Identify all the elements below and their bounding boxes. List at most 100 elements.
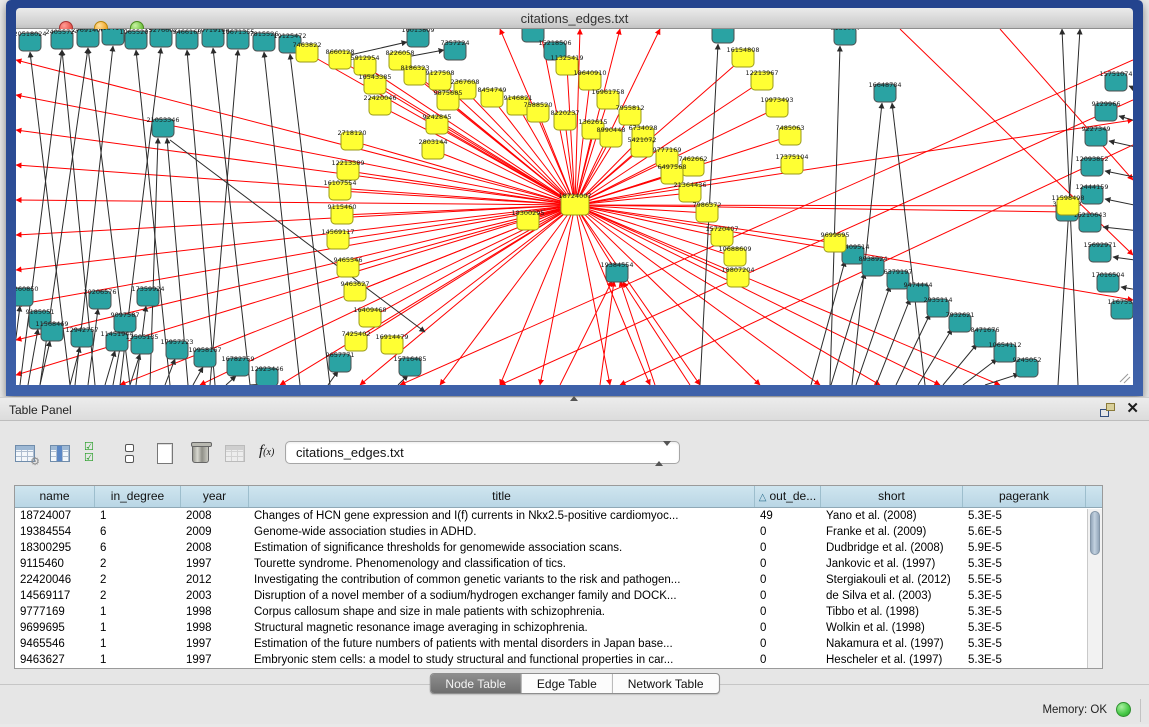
table-cell: 6 (95, 540, 181, 556)
table-cell: Dudbridge et al. (2008) (821, 540, 963, 556)
table-cell: 2009 (181, 524, 249, 540)
graph-node-label: 15751074 (1099, 70, 1132, 78)
graph-node-label: 12444159 (1075, 183, 1108, 191)
table-cell: 1997 (181, 652, 249, 668)
table-cell: 1 (95, 636, 181, 652)
graph-node-label: 2935114 (924, 296, 953, 304)
window-titlebar[interactable]: citations_edges.txt (16, 8, 1133, 29)
table-cell: 1998 (181, 604, 249, 620)
graph-edge (352, 141, 575, 205)
graph-node-label: 9127508 (426, 69, 455, 77)
graph-edge (16, 60, 575, 205)
graph-node-label: 15720407 (705, 225, 738, 233)
float-panel-icon[interactable] (1100, 403, 1115, 417)
graph-edge (1129, 86, 1133, 95)
graph-edge (370, 205, 575, 318)
splitter-handle-icon[interactable] (570, 396, 578, 401)
table-row[interactable]: 1938455462009Genome-wide association stu… (15, 524, 1102, 540)
table-settings-icon[interactable]: ⚙ (14, 442, 38, 466)
table-cell: 1998 (181, 620, 249, 636)
graph-node-label: 10958167 (188, 346, 221, 354)
graph-edge (1105, 199, 1133, 208)
graph-node-label: 16107554 (323, 179, 356, 187)
table-panel-header: Table Panel ✕ (0, 397, 1149, 421)
graph-edge (892, 103, 925, 385)
table-row[interactable]: 1830029562008Estimation of significance … (15, 540, 1102, 556)
graph-node-label: 6379197 (884, 268, 913, 276)
graph-edge (130, 354, 140, 385)
function-builder-icon[interactable]: f(x) (259, 442, 283, 466)
table-row[interactable]: 1456911722003Disruption of a novel membe… (15, 588, 1102, 604)
graph-node-label: 5912954 (351, 54, 380, 62)
table-row[interactable]: 946362711997Embryonic stem cells: a mode… (15, 652, 1102, 668)
memory-indicator-icon (1116, 702, 1131, 717)
graph-node-label: 12093852 (1075, 155, 1108, 163)
graph-edge (1109, 141, 1133, 150)
graph-node-label: 8454749 (478, 86, 507, 94)
graph-node-label: 7986372 (693, 201, 722, 209)
graph-node-label: 9777169 (653, 146, 682, 154)
table-header-row: namein_degreeyeartitle△out_de...shortpag… (15, 486, 1102, 508)
table-row[interactable]: 1872400712008Changes of HCN gene express… (15, 508, 1102, 524)
graph-node-label: 9097587 (111, 311, 140, 319)
table-scrollbar[interactable] (1087, 509, 1102, 668)
table-cell: 2 (95, 556, 181, 572)
new-attribute-icon[interactable] (154, 442, 178, 466)
tab-network-table[interactable]: Network Table (613, 674, 719, 693)
graph-node-label: 10688609 (718, 245, 751, 253)
table-cell: Yano et al. (2008) (821, 508, 963, 524)
show-columns-icon[interactable] (49, 442, 73, 466)
citation-network-graph[interactable]: 2051802424055724276914068134104106552871… (16, 29, 1133, 385)
scrollbar-thumb[interactable] (1090, 511, 1100, 555)
table-cell: 1997 (181, 636, 249, 652)
table-cell: Changes of HCN gene expression and I(f) … (249, 508, 755, 524)
table-cell: 18300295 (15, 540, 95, 556)
graph-node-label: 9185051 (26, 308, 55, 316)
graph-node-label: 1167539 (1108, 298, 1133, 306)
graph-edge (560, 281, 612, 385)
graph-node-label: 9875685 (434, 89, 463, 97)
import-table-icon[interactable] (224, 442, 248, 466)
table-row[interactable]: 2242004622012Investigating the contribut… (15, 572, 1102, 588)
column-header-in_degree[interactable]: in_degree (95, 486, 181, 507)
select-attributes-icon[interactable]: ☑☑ (84, 442, 108, 466)
graph-node-label: 15692971 (1083, 241, 1116, 249)
table-cell: 2 (95, 588, 181, 604)
graph-node[interactable] (712, 29, 734, 43)
graph-node-label: 21364436 (673, 181, 706, 189)
column-header-short[interactable]: short (821, 486, 963, 507)
table-cell: 5.3E-5 (963, 508, 1086, 524)
network-canvas[interactable]: 2051802424055724276914068134104106552871… (16, 29, 1133, 385)
table-row[interactable]: 977716911998Corpus callosum shape and si… (15, 604, 1102, 620)
table-cell: 1 (95, 620, 181, 636)
table-cell: 1 (95, 508, 181, 524)
column-header-year[interactable]: year (181, 486, 249, 507)
table-row[interactable]: 969969511998Structural magnetic resonanc… (15, 620, 1102, 636)
table-cell: 5.3E-5 (963, 556, 1086, 572)
table-selector-dropdown[interactable]: citations_edges.txt (285, 441, 680, 464)
graph-node-label: 19384554 (600, 261, 633, 269)
row-height-icon[interactable] (119, 442, 143, 466)
graph-edge (623, 282, 690, 385)
table-row[interactable]: 946554611997Estimation of the future num… (15, 636, 1102, 652)
column-header-out_de[interactable]: △out_de... (755, 486, 821, 507)
graph-edge (210, 50, 238, 385)
graph-edge (16, 205, 575, 340)
delete-attribute-icon[interactable] (189, 442, 213, 466)
tab-node-table[interactable]: Node Table (430, 674, 522, 693)
graph-node-label: 17375104 (775, 153, 808, 161)
column-header-title[interactable]: title (249, 486, 755, 507)
table-cell: 0 (755, 556, 821, 572)
graph-node-label: 9227349 (1082, 125, 1111, 133)
tab-edge-table[interactable]: Edge Table (522, 674, 613, 693)
memory-status-button[interactable]: Memory: OK (1042, 704, 1107, 716)
table-cell: 2 (95, 572, 181, 588)
graph-edge (811, 261, 845, 385)
close-panel-icon[interactable]: ✕ (1126, 401, 1139, 417)
column-header-pagerank[interactable]: pagerank (963, 486, 1086, 507)
graph-node-label: 9115460 (328, 203, 357, 211)
table-row[interactable]: 911546021997Tourette syndrome. Phenomeno… (15, 556, 1102, 572)
column-header-name[interactable]: name (15, 486, 95, 507)
table-cell: 5.6E-5 (963, 524, 1086, 540)
graph-edge (226, 376, 236, 385)
